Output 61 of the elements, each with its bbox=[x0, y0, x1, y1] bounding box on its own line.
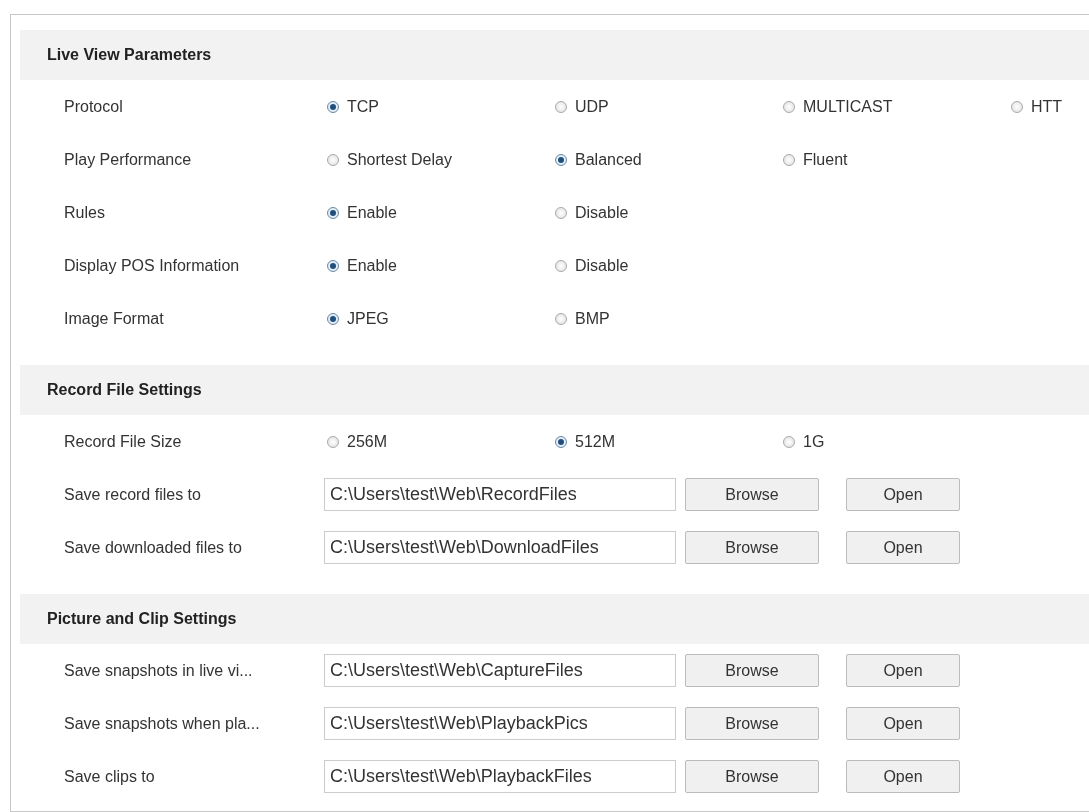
radio-button[interactable] bbox=[783, 435, 795, 448]
radio-button[interactable] bbox=[327, 206, 339, 219]
field-label: Save clips to bbox=[64, 767, 156, 786]
radio-button[interactable] bbox=[555, 312, 567, 325]
open-button[interactable]: Open bbox=[846, 760, 960, 793]
field-label: Save snapshots when pla... bbox=[64, 714, 261, 733]
radio-label[interactable]: MULTICAST bbox=[803, 97, 893, 116]
radio-button[interactable] bbox=[327, 259, 339, 272]
field-label: Record File Size bbox=[64, 432, 183, 451]
radio-label[interactable]: UDP bbox=[575, 97, 609, 116]
field-label: Display POS Information bbox=[64, 256, 241, 275]
radio-label[interactable]: Enable bbox=[347, 203, 397, 222]
open-button[interactable]: Open bbox=[846, 531, 960, 564]
radio-label[interactable]: Fluent bbox=[803, 150, 848, 169]
field-label: Protocol bbox=[64, 97, 124, 116]
radio-button[interactable] bbox=[783, 153, 795, 166]
radio-button[interactable] bbox=[555, 153, 567, 166]
radio-label[interactable]: BMP bbox=[575, 309, 610, 328]
path-field[interactable]: C:\Users\test\Web\RecordFiles bbox=[324, 478, 676, 511]
radio-button[interactable] bbox=[327, 153, 339, 166]
section-header: Picture and Clip Settings bbox=[20, 594, 1089, 644]
field-label: Save downloaded files to bbox=[64, 538, 243, 557]
radio-label[interactable]: TCP bbox=[347, 97, 379, 116]
section-header: Live View Parameters bbox=[20, 30, 1089, 80]
field-label: Image Format bbox=[64, 309, 165, 328]
field-label: Save record files to bbox=[64, 485, 202, 504]
radio-label[interactable]: Disable bbox=[575, 256, 629, 275]
path-field[interactable]: C:\Users\test\Web\CaptureFiles bbox=[324, 654, 676, 687]
open-button[interactable]: Open bbox=[846, 478, 960, 511]
radio-button[interactable] bbox=[555, 435, 567, 448]
radio-button[interactable] bbox=[327, 312, 339, 325]
field-label: Save snapshots in live vi... bbox=[64, 661, 254, 680]
radio-button[interactable] bbox=[327, 435, 339, 448]
open-button[interactable]: Open bbox=[846, 654, 960, 687]
radio-label[interactable]: HTT bbox=[1031, 97, 1063, 116]
radio-label[interactable]: 1G bbox=[803, 432, 825, 451]
path-field[interactable]: C:\Users\test\Web\PlaybackFiles bbox=[324, 760, 676, 793]
open-button[interactable]: Open bbox=[846, 707, 960, 740]
radio-button[interactable] bbox=[783, 100, 795, 113]
radio-label[interactable]: 256M bbox=[347, 432, 388, 451]
radio-button[interactable] bbox=[555, 206, 567, 219]
browse-button[interactable]: Browse bbox=[685, 654, 819, 687]
radio-button[interactable] bbox=[1011, 100, 1023, 113]
radio-label[interactable]: Disable bbox=[575, 203, 629, 222]
radio-label[interactable]: JPEG bbox=[347, 309, 389, 328]
browse-button[interactable]: Browse bbox=[685, 760, 819, 793]
section-header: Record File Settings bbox=[20, 365, 1089, 415]
field-label: Rules bbox=[64, 203, 106, 222]
browse-button[interactable]: Browse bbox=[685, 707, 819, 740]
radio-label[interactable]: Shortest Delay bbox=[347, 150, 452, 169]
path-field[interactable]: C:\Users\test\Web\PlaybackPics bbox=[324, 707, 676, 740]
radio-button[interactable] bbox=[555, 100, 567, 113]
field-label: Play Performance bbox=[64, 150, 193, 169]
radio-label[interactable]: Balanced bbox=[575, 150, 642, 169]
radio-label[interactable]: 512M bbox=[575, 432, 616, 451]
browse-button[interactable]: Browse bbox=[685, 531, 819, 564]
radio-button[interactable] bbox=[327, 100, 339, 113]
radio-label[interactable]: Enable bbox=[347, 256, 397, 275]
browse-button[interactable]: Browse bbox=[685, 478, 819, 511]
path-field[interactable]: C:\Users\test\Web\DownloadFiles bbox=[324, 531, 676, 564]
radio-button[interactable] bbox=[555, 259, 567, 272]
